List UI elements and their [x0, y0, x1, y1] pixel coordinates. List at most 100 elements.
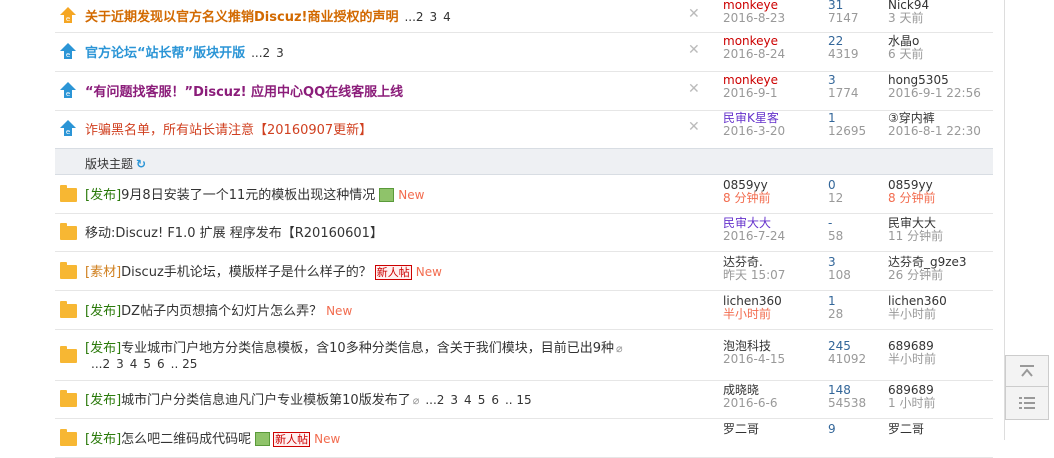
page-link[interactable]: ...2	[404, 10, 423, 24]
last-poster[interactable]: 0859yy	[888, 178, 998, 192]
page-link[interactable]: ...2	[425, 393, 444, 407]
thread-title-line: [素材]Discuz手机论坛，模版样子是什么样子的？ 新人帖 New	[85, 261, 442, 280]
pinned-thread-row[interactable]: e 诈骗黑名单，所有站长请注意【20160907更新】 ✕ 民审K星客 2016-3-2…	[55, 110, 993, 149]
thread-row[interactable]: [素材]Discuz手机论坛，模版样子是什么样子的？ 新人帖 New 达芬奇. 昨天 1…	[55, 251, 993, 291]
thread-type-tag[interactable]: [发布]	[85, 393, 121, 408]
thread-title-link[interactable]: 专业城市门户地方分类信息模板，含10多种分类信息，含关于我们模块，目前已出9种	[121, 341, 614, 356]
back-to-top-button[interactable]	[1005, 355, 1049, 389]
author-name[interactable]: 泡泡科技	[723, 339, 823, 353]
stats-cell: 3 108	[828, 255, 888, 282]
thread-type-tag[interactable]: [发布]	[85, 188, 121, 203]
thread-title-link[interactable]: “有问题找客服！”Discuz! 应用中心QQ在线客服上线	[85, 85, 403, 100]
page-link[interactable]: 3	[450, 393, 458, 407]
pinned-thread-row[interactable]: e 关于近期发现以官方名义推销Discuz!商业授权的声明 ...2 3 4 ✕ monke…	[55, 0, 993, 33]
reply-count[interactable]: 9	[828, 422, 888, 436]
author-name[interactable]: monkeye	[723, 73, 823, 87]
author-cell: 达芬奇. 昨天 15:07	[723, 255, 823, 282]
reply-count[interactable]: 3	[828, 255, 888, 269]
thread-row[interactable]: [发布]9月8日安装了一个11元的模板出现这种情况 New 0859yy 8 分钟前 0…	[55, 174, 993, 214]
thread-row[interactable]: [发布]DZ帖子内页想搞个幻灯片怎么弄？ New lichen360 半小时前 1 28 l…	[55, 290, 993, 330]
close-icon[interactable]: ✕	[688, 81, 700, 97]
last-post-cell: 达芬奇_g9ze3 26 分钟前	[888, 255, 998, 282]
last-post-cell: 民审大大 11 分钟前	[888, 217, 998, 243]
last-poster[interactable]: hong5305	[888, 73, 998, 87]
page-link[interactable]: 5	[143, 357, 151, 371]
post-date: 昨天 15:07	[723, 267, 786, 282]
thread-type-tag[interactable]: [素材]	[85, 265, 121, 280]
close-icon[interactable]: ✕	[688, 119, 700, 135]
close-icon[interactable]: ✕	[688, 6, 700, 22]
reply-count[interactable]: 3	[828, 73, 888, 87]
refresh-icon[interactable]: ↻	[136, 157, 146, 171]
last-poster[interactable]: 水晶o	[888, 34, 998, 48]
list-view-button[interactable]	[1005, 386, 1049, 420]
thread-title-link[interactable]: 9月8日安装了一个11元的模板出现这种情况	[121, 188, 375, 203]
thread-type-tag[interactable]: [发布]	[85, 341, 121, 356]
thread-title-link[interactable]: 关于近期发现以官方名义推销Discuz!商业授权的声明	[85, 10, 398, 25]
stats-cell: 0 12	[828, 178, 888, 205]
last-post-time[interactable]: 8 分钟前	[888, 191, 998, 205]
thread-title-link[interactable]: 怎么吧二维码成代码呢	[121, 432, 251, 447]
page-link[interactable]: .. 25	[171, 357, 198, 371]
last-post-time[interactable]: 半小时前	[888, 307, 998, 321]
last-poster[interactable]: 罗二哥	[888, 422, 998, 436]
last-poster[interactable]: 689689	[888, 339, 998, 353]
last-poster[interactable]: lichen360	[888, 294, 998, 308]
last-post-time[interactable]: 半小时前	[888, 352, 998, 366]
author-name[interactable]: 达芬奇.	[723, 255, 823, 269]
page-link[interactable]: 4	[130, 357, 138, 371]
page-link[interactable]: .. 15	[505, 393, 532, 407]
page-link[interactable]: 3	[430, 10, 438, 24]
page-link[interactable]: 5	[478, 393, 486, 407]
reply-count[interactable]: 1	[828, 294, 888, 308]
author-name[interactable]: lichen360	[723, 294, 823, 308]
thread-title-link[interactable]: 城市门户分类信息迪凡门户专业模板第10版发布了	[121, 393, 411, 408]
page-link[interactable]: 6	[491, 393, 499, 407]
pinned-global-icon: e	[59, 119, 77, 137]
thread-type-tag[interactable]: [发布]	[85, 304, 121, 319]
author-name[interactable]: monkeye	[723, 34, 823, 48]
page-link[interactable]: 3	[276, 46, 284, 60]
thread-type-tag[interactable]: [发布]	[85, 432, 121, 447]
page-link[interactable]: ...2	[251, 46, 270, 60]
stats-cell: 31 7147	[828, 0, 888, 25]
thread-pages: ...2 3 4	[404, 10, 456, 24]
thread-title-link[interactable]: 官方论坛“站长帮”版块开版	[85, 46, 245, 61]
thread-title-link[interactable]: 移动:Discuz! F1.0 扩展 程序发布【R20160601】	[85, 226, 383, 241]
reply-count[interactable]: 245	[828, 339, 888, 353]
page-link[interactable]: 6	[157, 357, 165, 371]
last-post-time[interactable]: 6 天前	[888, 47, 998, 61]
page-link[interactable]: 4	[464, 393, 472, 407]
reply-count[interactable]: 0	[828, 178, 888, 192]
thread-title-link[interactable]: DZ帖子内页想搞个幻灯片怎么弄？	[121, 304, 322, 319]
thread-title-link[interactable]: 诈骗黑名单，所有站长请注意【20160907更新】	[85, 123, 372, 138]
page-link[interactable]: 4	[443, 10, 451, 24]
svg-text:e: e	[66, 128, 70, 136]
last-post-time[interactable]: 3 天前	[888, 12, 998, 25]
last-post-cell: 689689 1 小时前	[888, 384, 998, 410]
page-link[interactable]: 3	[116, 357, 124, 371]
pinned-thread-row[interactable]: e 官方论坛“站长帮”版块开版 ...2 3 ✕ monkeye 2016-8-24 22 43…	[55, 32, 993, 72]
page-link[interactable]: ...2	[91, 357, 110, 371]
new-user-badge: 新人帖	[273, 431, 311, 447]
post-date: 2016-8-24	[723, 46, 786, 61]
thread-row[interactable]: [发布]怎么吧二维码成代码呢 新人帖 New 罗二哥 9 罗二哥	[55, 418, 993, 458]
last-poster[interactable]: 达芬奇_g9ze3	[888, 255, 998, 269]
author-cell: monkeye 2016-8-23	[723, 0, 823, 25]
view-count: 12	[828, 190, 844, 205]
last-post-time[interactable]: 2016-8-1 22:30	[888, 125, 998, 138]
last-post-time[interactable]: 2016-9-1 22:56	[888, 86, 998, 100]
thread-row[interactable]: 移动:Discuz! F1.0 扩展 程序发布【R20160601】 民审大大 20…	[55, 213, 993, 252]
thread-title-link[interactable]: Discuz手机论坛，模版样子是什么样子的？	[121, 265, 372, 280]
close-icon[interactable]: ✕	[688, 42, 700, 58]
thread-row[interactable]: [发布]专业城市门户地方分类信息模板，含10多种分类信息，含关于我们模块，目前已…	[55, 329, 993, 381]
post-date: 2016-4-15	[723, 351, 786, 366]
last-post-time[interactable]: 11 分钟前	[888, 230, 998, 243]
last-post-time[interactable]: 1 小时前	[888, 397, 998, 410]
author-name[interactable]: 罗二哥	[723, 422, 823, 436]
author-name[interactable]: 0859yy	[723, 178, 823, 192]
last-post-time[interactable]: 26 分钟前	[888, 268, 998, 282]
pinned-thread-row[interactable]: e “有问题找客服！”Discuz! 应用中心QQ在线客服上线 ✕ monkeye 20…	[55, 71, 993, 111]
thread-row[interactable]: [发布]城市门户分类信息迪凡门户专业模板第10版发布了 ⌀ ...2 3 4 5 6 .. 1…	[55, 380, 993, 419]
reply-count[interactable]: 22	[828, 34, 888, 48]
